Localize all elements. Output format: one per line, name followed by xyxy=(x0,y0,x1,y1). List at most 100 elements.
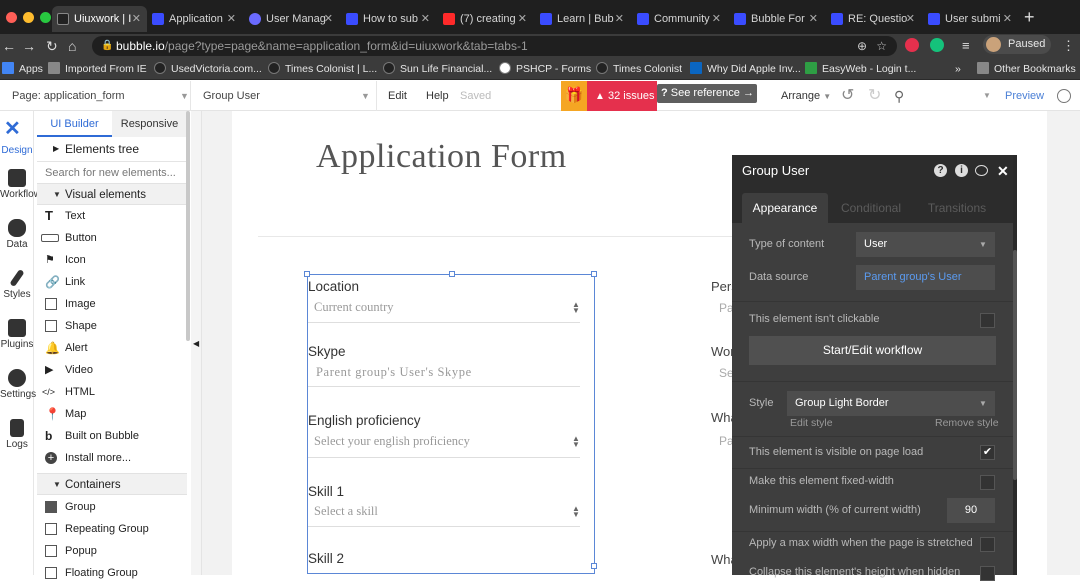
profile-button[interactable]: Paused xyxy=(983,35,1051,54)
bookmark-item[interactable]: UsedVictoria.com... xyxy=(154,61,262,77)
tab-close-icon[interactable]: ✕ xyxy=(518,6,527,32)
browser-tab[interactable]: Application ✕ xyxy=(147,6,242,32)
minimize-window-button[interactable] xyxy=(23,12,34,23)
home-icon[interactable]: ⌂ xyxy=(68,36,76,56)
preview-button[interactable]: Preview xyxy=(1005,81,1044,111)
tab-close-icon[interactable]: ✕ xyxy=(1003,6,1012,32)
palette-item-alert[interactable]: 🔔 Alert xyxy=(37,337,187,359)
issues-button[interactable]: ▲ 32 issues xyxy=(587,81,657,111)
palette-item-video[interactable]: ▶ Video xyxy=(37,359,187,381)
field-value-right[interactable]: Pa xyxy=(719,434,733,448)
edit-menu[interactable]: Edit xyxy=(388,81,407,111)
bookmark-item[interactable]: Why Did Apple Inv... xyxy=(690,61,801,77)
palette-item-icon[interactable]: ⚑ Icon xyxy=(37,249,187,271)
type-of-content-dropdown[interactable]: User ▼ xyxy=(856,232,995,257)
info-icon[interactable]: i xyxy=(955,164,968,177)
resize-handle[interactable] xyxy=(449,271,455,277)
zoom-icon[interactable]: ⊕ xyxy=(857,36,867,56)
bookmark-item[interactable]: PSHCP - Forms xyxy=(499,61,591,77)
field-value-right[interactable]: Se xyxy=(719,366,733,380)
bookmark-item[interactable]: EasyWeb - Login t... xyxy=(805,61,916,77)
location-dropdown[interactable]: Current country xyxy=(314,300,394,315)
close-icon[interactable]: ✕ xyxy=(997,155,1009,187)
new-tab-button[interactable]: + xyxy=(1024,6,1035,28)
rail-workflow[interactable]: Workflow xyxy=(0,169,41,200)
palette-item-shape[interactable]: Shape xyxy=(37,315,187,337)
min-width-input[interactable]: 90 xyxy=(947,498,995,523)
media-control-icon[interactable]: ≡ xyxy=(962,36,970,56)
max-width-checkbox[interactable] xyxy=(980,537,995,552)
browser-tab[interactable]: User Manag ✕ xyxy=(244,6,339,32)
forward-arrow-icon[interactable]: → xyxy=(22,36,36,56)
tab-close-icon[interactable]: ✕ xyxy=(132,6,141,32)
palette-item-text[interactable]: T Text xyxy=(37,205,187,227)
tab-close-icon[interactable]: ✕ xyxy=(906,6,915,32)
palette-item-repeating-group[interactable]: Repeating Group xyxy=(37,518,187,540)
bookmark-item[interactable]: Times Colonist xyxy=(596,61,682,77)
back-arrow-icon[interactable]: ← xyxy=(2,36,16,56)
rail-data[interactable]: Data xyxy=(0,219,34,250)
bookmarks-overflow-button[interactable]: » xyxy=(955,61,961,77)
start-edit-workflow-button[interactable]: Start/Edit workflow xyxy=(749,336,996,365)
browser-tab[interactable]: Bubble For ✕ xyxy=(729,6,824,32)
bookmark-apps[interactable]: Apps xyxy=(2,61,43,77)
skype-input[interactable]: Parent group's User's Skype xyxy=(316,365,472,380)
tab-conditional[interactable]: Conditional xyxy=(828,193,914,223)
reload-icon[interactable]: ↻ xyxy=(46,36,58,56)
palette-item-button[interactable]: Button xyxy=(37,227,187,249)
url-field[interactable]: 🔒 bubble.io/page?type=page&name=applicat… xyxy=(92,36,897,56)
palette-collapse-bar[interactable]: ◀ xyxy=(191,111,202,575)
undo-icon[interactable]: ↺ xyxy=(841,81,854,111)
bookmark-item[interactable]: Sun Life Financial... xyxy=(383,61,492,77)
arrange-menu[interactable]: Arrange ▼ xyxy=(781,81,831,112)
resize-handle[interactable] xyxy=(591,563,597,569)
rail-styles[interactable]: Styles xyxy=(0,268,34,300)
palette-item-built-on-bubble[interactable]: b Built on Bubble xyxy=(37,425,187,447)
tab-close-icon[interactable]: ✕ xyxy=(324,6,333,32)
search-icon[interactable]: ⚲ xyxy=(894,81,904,111)
close-window-button[interactable] xyxy=(6,12,17,23)
bookmark-item[interactable]: Imported From IE xyxy=(48,61,147,77)
resize-handle[interactable] xyxy=(591,271,597,277)
tab-transitions[interactable]: Transitions xyxy=(914,193,1000,223)
account-icon[interactable] xyxy=(1057,89,1071,103)
palette-item-map[interactable]: 📍 Map xyxy=(37,403,187,425)
other-bookmarks[interactable]: Other Bookmarks xyxy=(977,61,1076,77)
help-icon[interactable]: ? xyxy=(934,164,947,177)
style-dropdown[interactable]: Group Light Border ▼ xyxy=(787,391,995,416)
data-source-field[interactable]: Parent group's User xyxy=(856,265,995,290)
bookmark-item[interactable]: Times Colonist | L... xyxy=(268,61,377,77)
comment-icon[interactable] xyxy=(975,165,988,176)
palette-item-popup[interactable]: Popup xyxy=(37,540,187,562)
palette-item-group[interactable]: Group xyxy=(37,496,187,518)
browser-tab[interactable]: RE: Questio ✕ xyxy=(826,6,921,32)
visual-elements-header[interactable]: ▼ Visual elements xyxy=(37,183,187,205)
redo-icon[interactable]: ↻ xyxy=(868,81,881,111)
palette-item-html[interactable]: </> HTML xyxy=(37,381,187,403)
fixed-width-checkbox[interactable] xyxy=(980,475,995,490)
visible-on-load-checkbox[interactable]: ✔ xyxy=(980,445,995,460)
rail-plugins[interactable]: Plugins xyxy=(0,319,34,350)
browser-tab[interactable]: User submi ✕ xyxy=(923,6,1018,32)
tab-close-icon[interactable]: ✕ xyxy=(421,6,430,32)
rail-settings[interactable]: Settings xyxy=(0,369,36,400)
remove-style-link[interactable]: Remove style xyxy=(935,417,999,429)
resize-handle[interactable] xyxy=(304,271,310,277)
tab-close-icon[interactable]: ✕ xyxy=(227,6,236,32)
palette-item-link[interactable]: 🔗 Link xyxy=(37,271,187,293)
browser-tab[interactable]: Uiuxwork | I ✕ xyxy=(52,6,147,32)
tab-close-icon[interactable]: ✕ xyxy=(712,6,721,32)
palette-item-install-more[interactable]: + Install more... xyxy=(37,447,187,469)
tab-ui-builder[interactable]: UI Builder xyxy=(37,111,112,137)
palette-item-floating-group[interactable]: Floating Group xyxy=(37,562,187,584)
tab-close-icon[interactable]: ✕ xyxy=(809,6,818,32)
collapse-height-checkbox[interactable] xyxy=(980,566,995,581)
element-selector[interactable]: Group User ▼ xyxy=(191,81,377,111)
browser-tab[interactable]: (7) creating ✕ xyxy=(438,6,533,32)
palette-scrollbar[interactable] xyxy=(186,111,190,341)
skill-1-dropdown[interactable]: Select a skill xyxy=(314,504,378,519)
page-selector[interactable]: Page: application_form ▼ xyxy=(0,81,191,111)
not-clickable-checkbox[interactable] xyxy=(980,313,995,328)
browser-tab[interactable]: How to sub ✕ xyxy=(341,6,436,32)
extension-icon[interactable] xyxy=(905,38,919,52)
